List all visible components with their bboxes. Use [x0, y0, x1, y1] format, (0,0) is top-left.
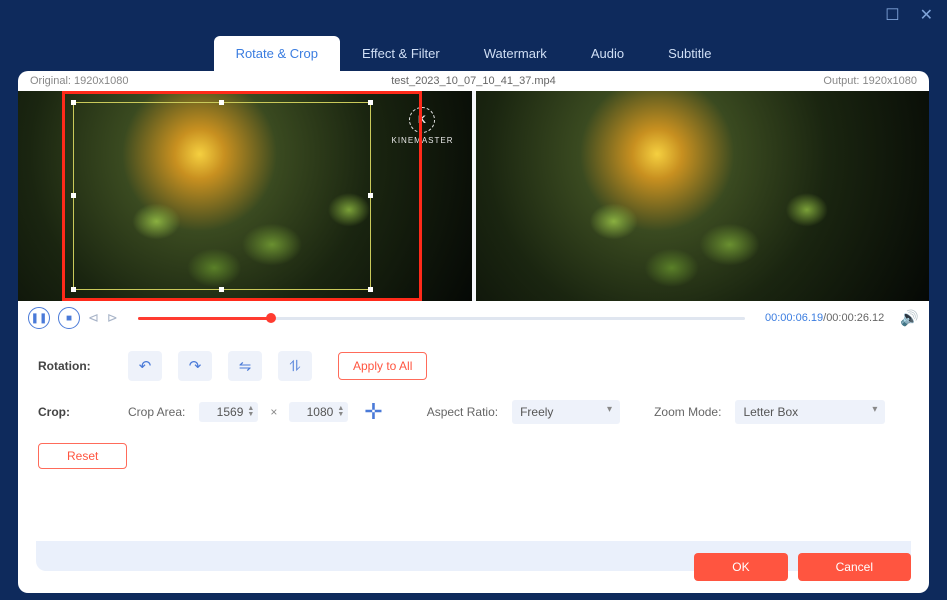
volume-icon[interactable]: 🔊 [900, 309, 919, 327]
apply-to-all-button[interactable]: Apply to All [338, 352, 427, 380]
crop-height-stepper[interactable]: ▲▼ [289, 402, 348, 422]
tab-audio[interactable]: Audio [569, 36, 646, 71]
tab-rotate-crop[interactable]: Rotate & Crop [214, 36, 340, 71]
next-frame-button[interactable]: ⊳ [107, 310, 118, 326]
center-crop-icon[interactable]: ✛ [364, 399, 382, 425]
close-icon[interactable]: ✕ [920, 5, 933, 25]
reset-button[interactable]: Reset [38, 443, 127, 469]
crop-width-input[interactable] [207, 405, 243, 419]
crop-width-stepper[interactable]: ▲▼ [199, 402, 258, 422]
rotate-left-button[interactable]: ↶ [128, 351, 162, 381]
original-resolution: Original: 1920x1080 [30, 75, 128, 87]
tab-bar: Rotate & Crop Effect & Filter Watermark … [0, 36, 947, 71]
crop-height-input[interactable] [297, 405, 333, 419]
pause-button[interactable]: ❚❚ [28, 307, 50, 329]
zoom-mode-label: Zoom Mode: [654, 405, 721, 419]
times-icon: × [270, 405, 277, 419]
time-display: 00:00:06.19/00:00:26.12 [765, 312, 884, 324]
tab-subtitle[interactable]: Subtitle [646, 36, 733, 71]
output-resolution: Output: 1920x1080 [823, 75, 917, 87]
stop-button[interactable]: ■ [58, 307, 80, 329]
preview-output [476, 91, 930, 301]
prev-frame-button[interactable]: ⊲ [88, 310, 99, 326]
filename-label: test_2023_10_07_10_41_37.mp4 [391, 75, 556, 87]
video-watermark: K KINEMASTER [391, 107, 453, 145]
crop-area-label: Crop Area: [128, 405, 185, 419]
zoom-mode-select[interactable]: Letter Box [735, 400, 885, 424]
preview-original[interactable]: K KINEMASTER [18, 91, 472, 301]
aspect-ratio-select[interactable]: Freely [512, 400, 620, 424]
crop-label: Crop: [38, 405, 118, 419]
rotate-right-button[interactable]: ↷ [178, 351, 212, 381]
maximize-icon[interactable]: ☐ [885, 5, 899, 25]
cancel-button[interactable]: Cancel [798, 553, 911, 581]
editor-panel: Original: 1920x1080 test_2023_10_07_10_4… [18, 71, 929, 593]
flip-horizontal-button[interactable]: ⇋ [228, 351, 262, 381]
tab-effect-filter[interactable]: Effect & Filter [340, 36, 462, 71]
ok-button[interactable]: OK [694, 553, 787, 581]
tab-watermark[interactable]: Watermark [462, 36, 569, 71]
timeline-slider[interactable] [138, 317, 745, 320]
flip-vertical-button[interactable]: ⥮ [278, 351, 312, 381]
rotation-label: Rotation: [38, 359, 118, 373]
aspect-ratio-label: Aspect Ratio: [427, 405, 498, 419]
